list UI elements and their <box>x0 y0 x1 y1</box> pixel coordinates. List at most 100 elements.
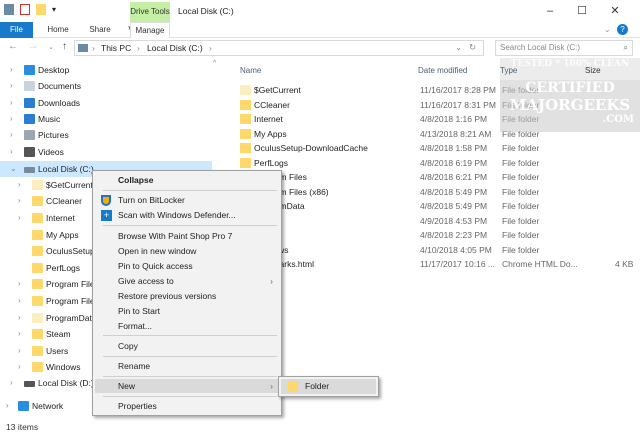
file-row[interactable]: Windows 4/10/2018 4:05 PM File folder <box>240 243 640 257</box>
chevron-right-icon[interactable]: › <box>6 398 9 414</box>
minimize-button[interactable]: – <box>538 2 562 20</box>
file-row[interactable]: Steam 4/9/2018 4:53 PM File folder <box>240 214 640 228</box>
folder-icon <box>32 213 43 223</box>
chevron-right-icon[interactable]: › <box>10 95 13 111</box>
menu-item-label: Collapse <box>118 175 154 185</box>
menu-item-collapse[interactable]: Collapse <box>95 173 279 187</box>
forward-icon[interactable]: → <box>28 41 38 52</box>
column-size[interactable]: Size <box>585 66 601 75</box>
chevron-right-icon[interactable]: › <box>10 62 13 78</box>
chevron-right-icon[interactable]: › <box>10 127 13 143</box>
menu-item-new-folder[interactable]: Folder <box>281 379 376 394</box>
breadcrumb-local-disk[interactable]: Local Disk (C:) <box>147 43 203 53</box>
up-icon[interactable]: ↑ <box>62 41 67 52</box>
file-name: My Apps <box>254 128 287 139</box>
menu-item-open-new-window[interactable]: Open in new window <box>95 244 279 258</box>
ribbon-tabs: File Home Share View Manage ⌄ ? <box>0 22 640 38</box>
music-icon <box>24 114 35 124</box>
file-type: File folder <box>502 244 540 255</box>
address-bar[interactable]: › This PC › Local Disk (C:) › ⌄ ↻ <box>74 40 484 56</box>
column-date-modified[interactable]: Date modified <box>418 66 467 75</box>
chevron-right-icon[interactable]: › <box>10 144 13 160</box>
expand-ribbon-icon[interactable]: ⌄ <box>604 25 611 34</box>
refresh-icon[interactable]: ↻ <box>469 42 476 53</box>
chevron-right-icon[interactable]: › <box>10 375 13 391</box>
chevron-right-icon: › <box>92 43 95 53</box>
menu-item-pin-quick-access[interactable]: Pin to Quick access <box>95 259 279 273</box>
tab-file[interactable]: File <box>0 22 33 38</box>
sidebar-item-label: Local Disk (D:) <box>38 378 94 388</box>
sidebar-item-label: Internet <box>46 213 75 223</box>
menu-item-restore-previous-versions[interactable]: Restore previous versions <box>95 289 279 303</box>
chevron-right-icon[interactable]: › <box>18 359 21 375</box>
column-type[interactable]: Type <box>500 66 517 75</box>
menu-separator <box>103 396 277 397</box>
file-row[interactable]: ProgramData 4/8/2018 5:49 PM File folder <box>240 199 640 213</box>
recent-locations-icon[interactable]: ⌄ <box>48 43 54 51</box>
menu-item-format[interactable]: Format... <box>95 319 279 333</box>
documents-icon <box>24 81 35 91</box>
menu-item-new[interactable]: New › <box>95 379 279 393</box>
chevron-right-icon[interactable]: › <box>18 310 21 326</box>
chevron-right-icon[interactable]: › <box>18 326 21 342</box>
sidebar-item[interactable]: › Desktop <box>0 62 212 78</box>
chevron-right-icon[interactable]: › <box>10 111 13 127</box>
sidebar-item[interactable]: › Documents <box>0 78 212 94</box>
search-input[interactable]: Search Local Disk (C:) ⌕ <box>495 40 633 56</box>
file-row[interactable]: Program Files 4/8/2018 6:21 PM File fold… <box>240 170 640 184</box>
sidebar-item-label: Videos <box>38 147 64 157</box>
tab-manage[interactable]: Manage <box>130 22 170 38</box>
chevron-right-icon[interactable]: › <box>18 193 21 209</box>
new-folder-icon[interactable] <box>36 4 46 15</box>
sidebar-item[interactable]: › Downloads <box>0 95 212 111</box>
chevron-right-icon[interactable]: › <box>18 210 21 226</box>
sidebar-item[interactable]: › Pictures <box>0 127 212 143</box>
help-icon[interactable]: ? <box>617 24 628 35</box>
file-row[interactable]: Users 4/8/2018 2:23 PM File folder <box>240 228 640 242</box>
chevron-down-icon[interactable]: ⌄ <box>10 161 17 177</box>
menu-item-rename[interactable]: Rename <box>95 359 279 373</box>
address-dropdown-icon[interactable]: ⌄ <box>455 42 462 53</box>
menu-item-give-access-to[interactable]: Give access to › <box>95 274 279 288</box>
folder-icon <box>32 263 43 273</box>
menu-item-copy[interactable]: Copy <box>95 339 279 353</box>
file-row[interactable]: Program Files (x86) 4/8/2018 5:49 PM Fil… <box>240 185 640 199</box>
menu-item-label: Restore previous versions <box>118 291 217 301</box>
chevron-right-icon[interactable]: › <box>18 177 21 193</box>
menu-item-properties[interactable]: Properties <box>95 399 279 413</box>
customize-qat-icon[interactable]: ▾ <box>52 5 56 14</box>
file-row[interactable]: PerfLogs 4/8/2018 6:19 PM File folder <box>240 156 640 170</box>
column-name[interactable]: Name <box>240 66 261 75</box>
menu-item-label: Turn on BitLocker <box>118 195 185 205</box>
menu-item-browse-paint-shop[interactable]: Browse With Paint Shop Pro 7 <box>95 229 279 243</box>
sidebar-item[interactable]: › Music <box>0 111 212 127</box>
menu-item-pin-to-start[interactable]: Pin to Start <box>95 304 279 318</box>
tab-home[interactable]: Home <box>40 22 76 38</box>
drive-icon <box>24 167 35 173</box>
breadcrumb-this-pc[interactable]: This PC <box>101 43 131 53</box>
file-row[interactable]: OculusSetup-DownloadCache 4/8/2018 1:58 … <box>240 141 640 155</box>
maximize-button[interactable]: ☐ <box>570 2 594 20</box>
downloads-icon <box>24 97 35 108</box>
sidebar-item-label: $GetCurrent <box>46 180 93 190</box>
menu-item-turn-on-bitlocker[interactable]: Turn on BitLocker <box>95 193 279 207</box>
menu-separator <box>103 335 277 336</box>
folder-icon <box>240 85 251 95</box>
menu-item-label: Browse With Paint Shop Pro 7 <box>118 231 233 241</box>
tab-share[interactable]: Share <box>82 22 118 38</box>
file-type: File folder <box>502 186 540 197</box>
menu-item-scan-with-defender[interactable]: + Scan with Windows Defender... <box>95 208 279 222</box>
file-row[interactable]: bookmarks.html 11/17/2017 10:16 ... Chro… <box>240 257 640 271</box>
chevron-right-icon[interactable]: › <box>10 78 13 94</box>
watermark-text: CERTIFIED <box>525 80 615 96</box>
chevron-right-icon[interactable]: › <box>18 293 21 309</box>
chevron-right-icon: › <box>270 276 273 286</box>
properties-icon[interactable] <box>20 4 30 15</box>
sidebar-item-label: Local Disk (C:) <box>38 164 94 174</box>
chevron-right-icon[interactable]: › <box>18 276 21 292</box>
back-icon[interactable]: ← <box>8 41 18 52</box>
chevron-right-icon[interactable]: › <box>18 343 21 359</box>
chevron-right-icon: › <box>137 43 140 53</box>
close-button[interactable]: ✕ <box>603 2 627 20</box>
sidebar-item[interactable]: › Videos <box>0 144 212 160</box>
